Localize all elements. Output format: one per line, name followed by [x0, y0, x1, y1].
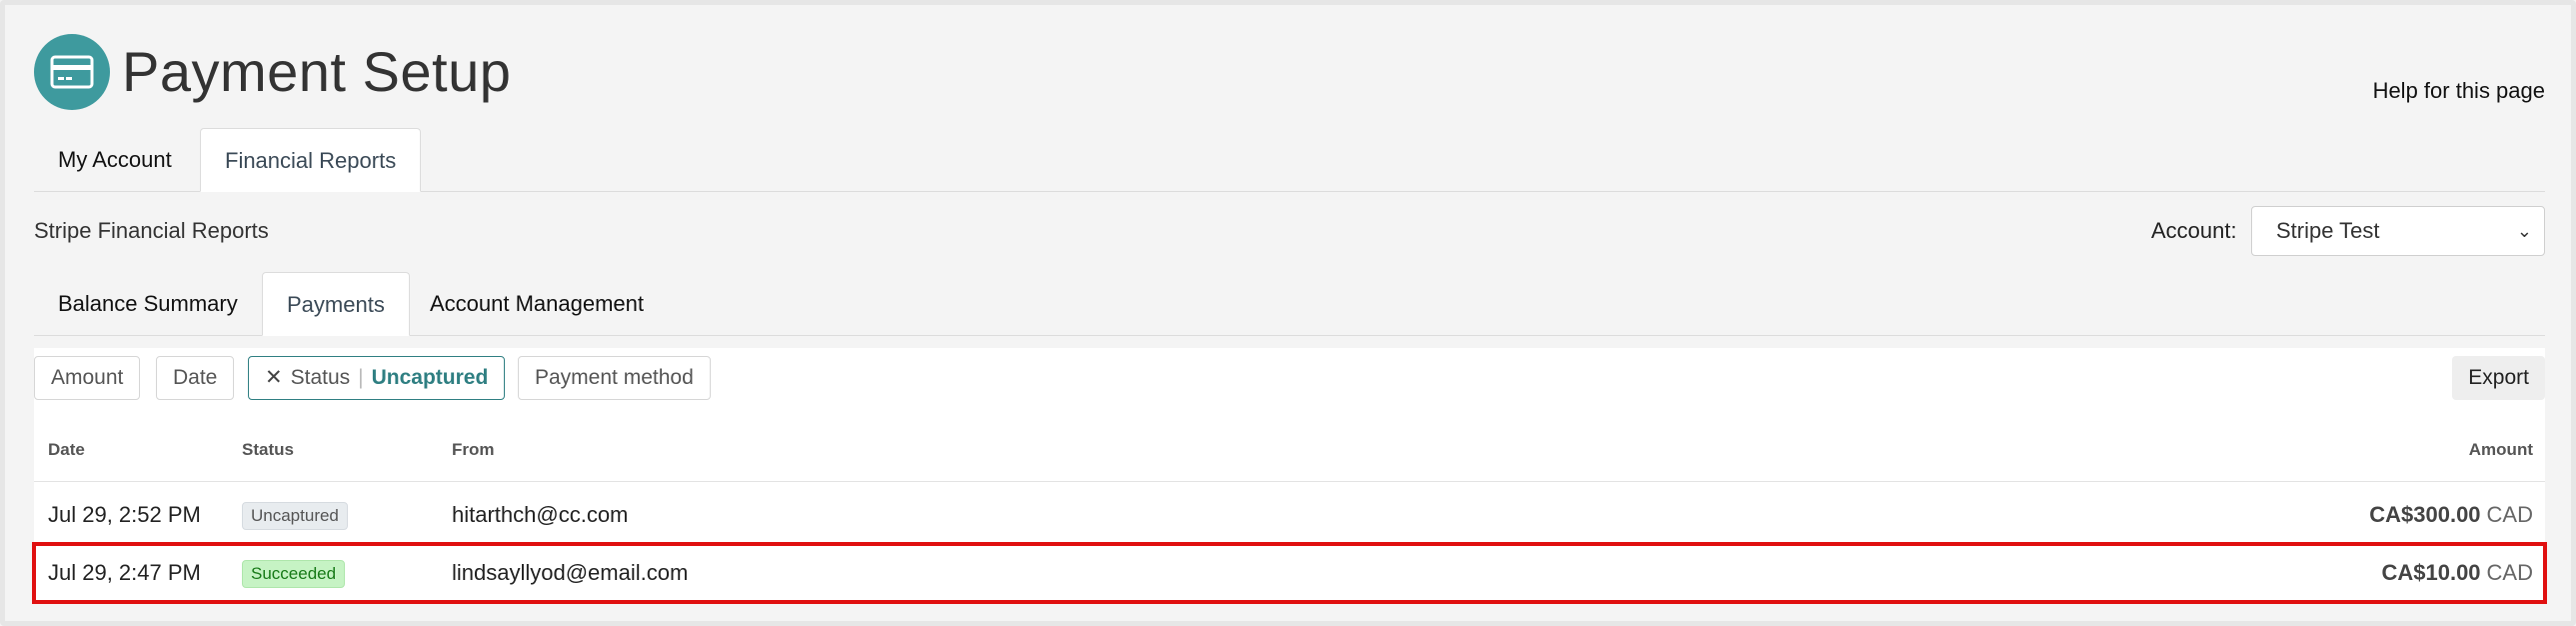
help-link[interactable]: Help for this page — [2373, 78, 2545, 104]
main-tabbar: My Account Financial Reports — [34, 128, 2545, 192]
payments-panel: Amount Date ✕ Status | Uncaptured Payment m… — [32, 348, 2547, 604]
row-currency: CAD — [2486, 502, 2533, 527]
account-label: Account: — [2151, 218, 2237, 243]
row-date: Jul 29, 2:52 PM — [48, 502, 201, 527]
row-from: hitarthch@cc.com — [452, 502, 629, 527]
tab-balance-summary[interactable]: Balance Summary — [34, 272, 262, 336]
account-select-value: Stripe Test — [2276, 218, 2380, 243]
amount-filter[interactable]: Amount — [34, 356, 141, 400]
account-select[interactable]: Stripe Test ⌄ — [2251, 206, 2545, 256]
column-header-amount[interactable]: Amount — [2469, 440, 2533, 460]
tab-my-account[interactable]: My Account — [34, 128, 196, 192]
filter-separator: | — [358, 366, 364, 389]
row-date: Jul 29, 2:47 PM — [48, 560, 201, 585]
payment-method-filter[interactable]: Payment method — [518, 356, 711, 400]
row-from: lindsayllyod@email.com — [452, 560, 689, 585]
row-amount: CA$300.00 — [2369, 502, 2481, 527]
row-amount: CA$10.00 — [2381, 560, 2481, 585]
status-filter-value: Uncaptured — [371, 366, 489, 389]
row-currency: CAD — [2486, 560, 2533, 585]
status-filter[interactable]: ✕ Status | Uncaptured — [248, 356, 506, 400]
column-header-from[interactable]: From — [452, 440, 495, 460]
page-title: Payment Setup — [122, 40, 512, 103]
table-row[interactable]: Jul 29, 2:52 PM Uncaptured hitarthch@cc.… — [34, 486, 2545, 544]
status-filter-label: Status — [290, 366, 351, 389]
chevron-down-icon: ⌄ — [2516, 221, 2532, 241]
status-badge: Uncaptured — [242, 502, 348, 531]
status-badge: Succeeded — [242, 560, 346, 589]
date-filter[interactable]: Date — [156, 356, 235, 400]
column-header-status[interactable]: Status — [242, 440, 294, 460]
reports-title: Stripe Financial Reports — [34, 218, 269, 243]
tab-financial-reports[interactable]: Financial Reports — [200, 128, 422, 192]
close-icon[interactable]: ✕ — [265, 366, 283, 389]
table-row-selected[interactable]: Jul 29, 2:47 PM Succeeded lindsayllyod@e… — [32, 542, 2547, 604]
report-tabbar: Balance Summary Payments Account Managem… — [34, 272, 2545, 336]
export-button[interactable]: Export — [2452, 356, 2545, 400]
column-header-date[interactable]: Date — [48, 440, 85, 460]
tab-payments[interactable]: Payments — [262, 272, 410, 336]
table-header-divider — [34, 481, 2545, 482]
tab-account-management[interactable]: Account Management — [406, 272, 668, 336]
credit-card-icon — [34, 34, 110, 110]
